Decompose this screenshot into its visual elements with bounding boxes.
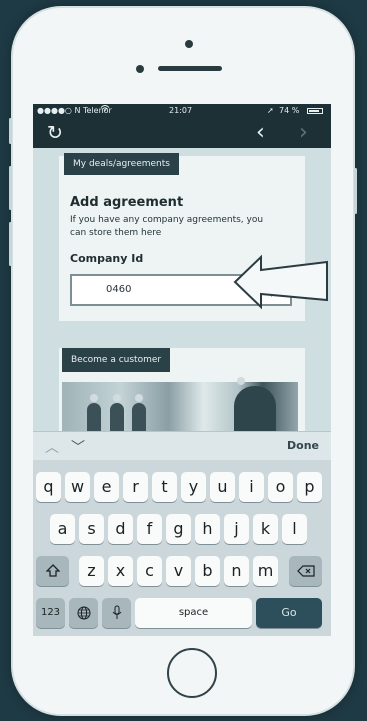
status-bar: ●●●●○ N Telenor 21:07 ➚ 74 % <box>33 104 331 118</box>
key-r[interactable]: r <box>123 472 148 502</box>
backspace-icon <box>296 565 315 577</box>
key-s[interactable]: s <box>79 514 104 544</box>
volume-down-button <box>9 222 12 266</box>
key-x[interactable]: x <box>108 556 133 586</box>
key-l[interactable]: l <box>282 514 307 544</box>
description-line-1: If you have any company agreements, you <box>70 215 264 225</box>
home-button[interactable] <box>167 648 217 698</box>
key-o[interactable]: o <box>268 472 293 502</box>
description-line-2: can store them here <box>70 228 162 238</box>
key-v[interactable]: v <box>166 556 191 586</box>
globe-icon <box>77 606 90 620</box>
clock: 21:07 <box>169 106 193 115</box>
chevron-left-icon[interactable]: ‹ <box>256 120 265 146</box>
key-b[interactable]: b <box>195 556 220 586</box>
backspace-key[interactable] <box>289 556 322 586</box>
page-title: Add agreement <box>70 195 184 210</box>
sensor-dot <box>136 65 144 73</box>
keyboard: q w e r t y u i o p a s d f g h j k l z … <box>33 460 331 636</box>
key-c[interactable]: c <box>137 556 162 586</box>
key-j[interactable]: j <box>224 514 249 544</box>
photo-person <box>132 394 146 431</box>
key-z[interactable]: z <box>79 556 104 586</box>
earpiece-speaker <box>158 66 222 71</box>
key-g[interactable]: g <box>166 514 191 544</box>
numbers-key[interactable]: 123 <box>36 598 65 628</box>
tab-become-customer[interactable]: Become a customer <box>62 348 171 372</box>
tab-my-deals[interactable]: My deals/agreements <box>64 153 179 175</box>
company-id-value: 0460 <box>106 284 132 295</box>
business-people-photo <box>62 377 298 431</box>
chevron-up-icon[interactable]: ︿ <box>45 437 59 457</box>
key-q[interactable]: q <box>36 472 61 502</box>
company-id-label: Company Id <box>70 252 144 265</box>
key-w[interactable]: w <box>65 472 90 502</box>
photo-person <box>87 394 101 431</box>
key-p[interactable]: p <box>297 472 322 502</box>
pointer-arrow-icon <box>233 254 328 310</box>
silent-switch <box>9 118 12 144</box>
key-t[interactable]: t <box>152 472 177 502</box>
space-key[interactable]: space <box>135 598 252 628</box>
key-k[interactable]: k <box>253 514 278 544</box>
refresh-icon[interactable]: ↻ <box>47 120 63 146</box>
wifi-icon <box>100 104 110 118</box>
chevron-down-icon[interactable]: ﹀ <box>71 437 85 457</box>
power-button <box>354 168 357 214</box>
shift-key[interactable] <box>36 556 69 586</box>
battery-percent: 74 % <box>279 106 300 115</box>
front-camera <box>185 40 193 48</box>
key-f[interactable]: f <box>137 514 162 544</box>
done-button[interactable]: Done <box>287 439 319 452</box>
location-arrow-icon: ➚ <box>267 106 274 115</box>
microphone-key[interactable] <box>102 598 131 628</box>
go-key[interactable]: Go <box>256 598 322 628</box>
key-e[interactable]: e <box>94 472 119 502</box>
chevron-right-icon[interactable]: › <box>299 120 308 146</box>
key-a[interactable]: a <box>50 514 75 544</box>
photo-person <box>110 394 124 431</box>
photo-person <box>234 377 276 431</box>
key-n[interactable]: n <box>224 556 249 586</box>
key-m[interactable]: m <box>253 556 278 586</box>
volume-up-button <box>9 166 12 210</box>
key-u[interactable]: u <box>210 472 235 502</box>
globe-key[interactable] <box>69 598 98 628</box>
key-h[interactable]: h <box>195 514 220 544</box>
key-y[interactable]: y <box>181 472 206 502</box>
battery-icon <box>307 108 323 114</box>
shift-icon <box>44 564 61 577</box>
key-i[interactable]: i <box>239 472 264 502</box>
keyboard-accessory-bar: ︿ ﹀ Done <box>33 431 331 461</box>
nav-bar: ↻ ‹ › <box>33 118 331 148</box>
phone-screen: ●●●●○ N Telenor 21:07 ➚ 74 % ↻ ‹ › Add a… <box>33 104 331 636</box>
microphone-icon <box>112 605 121 619</box>
key-d[interactable]: d <box>108 514 133 544</box>
